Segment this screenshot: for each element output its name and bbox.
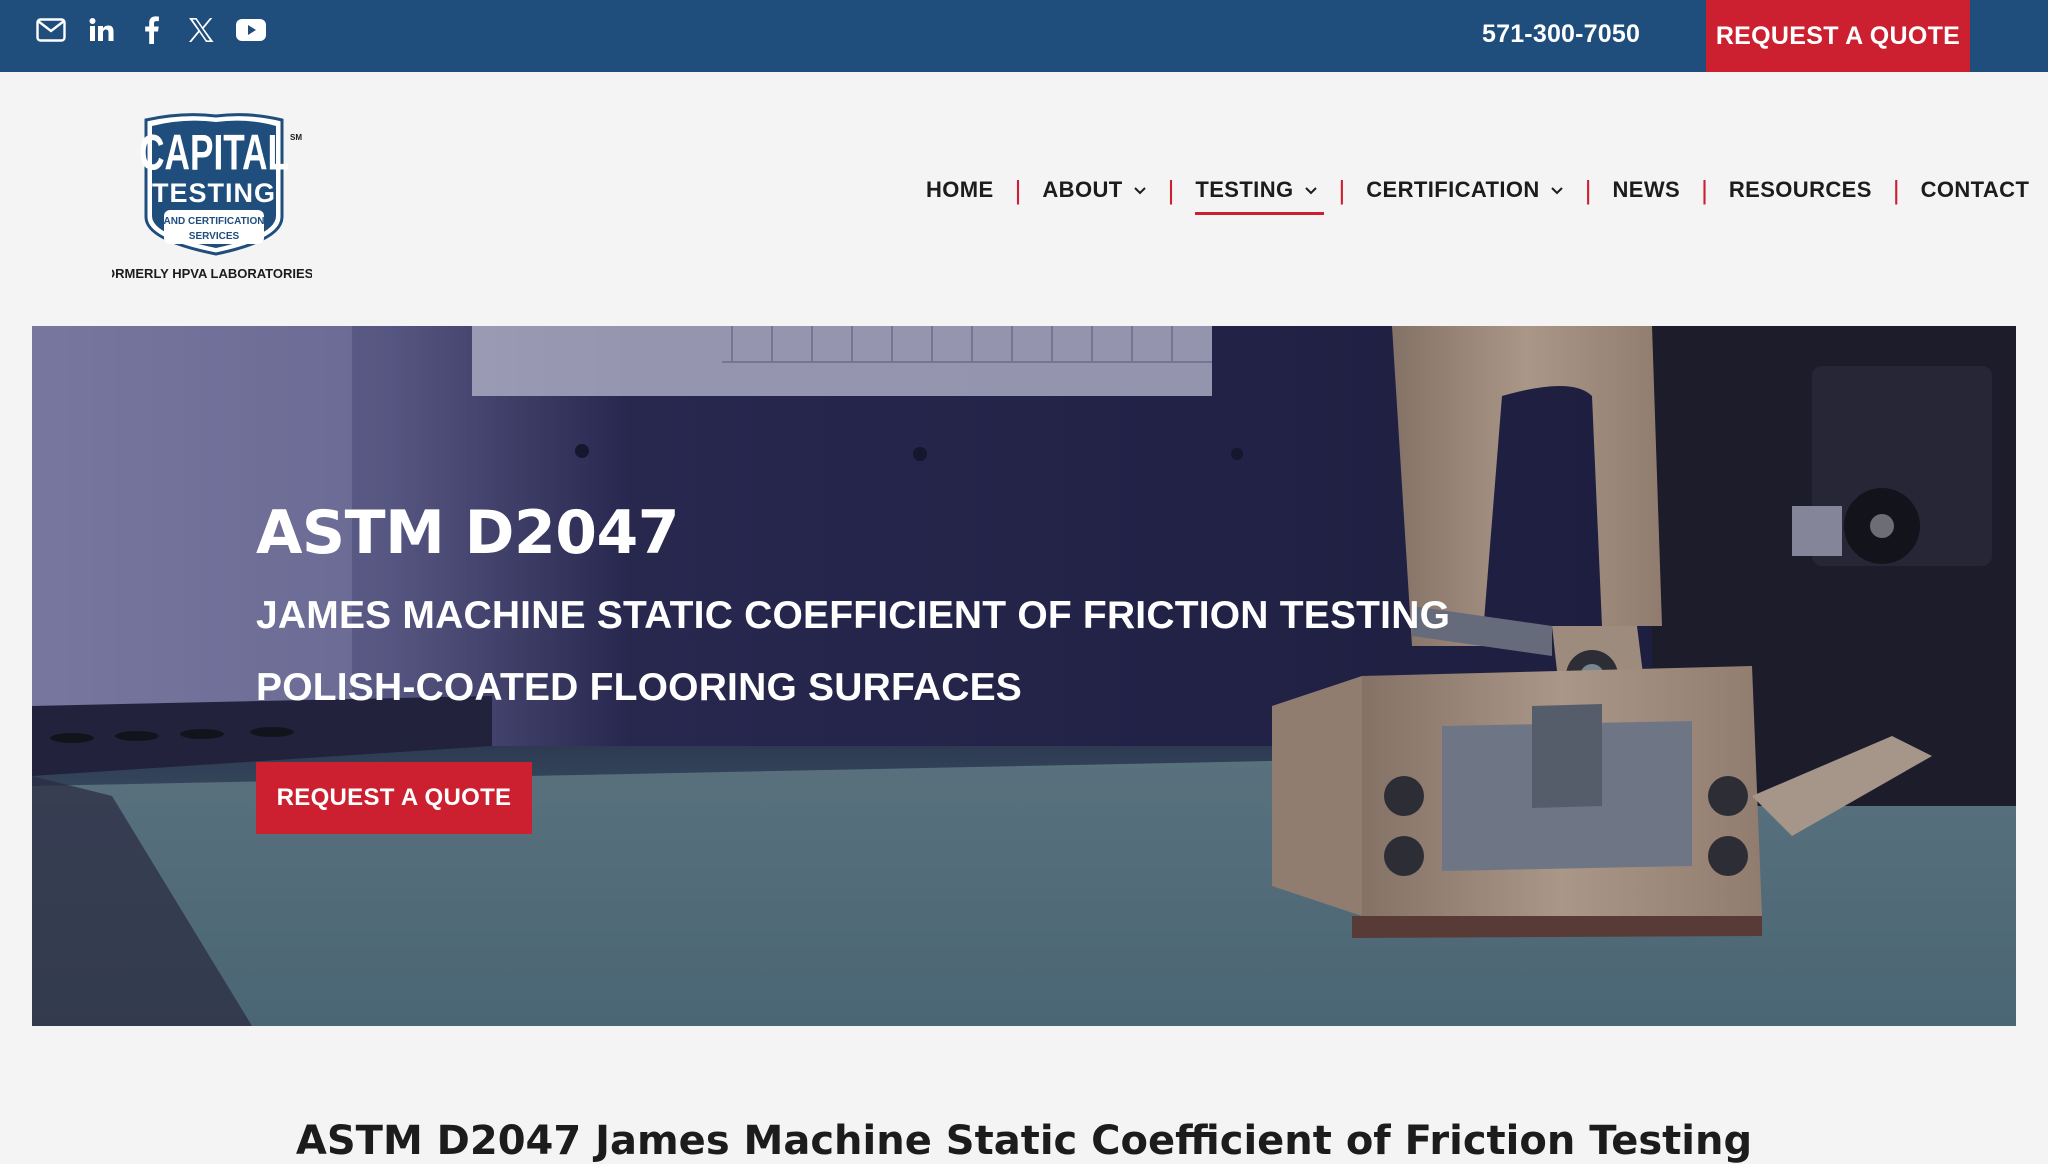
top-bar: 571-300-7050 REQUEST A QUOTE bbox=[0, 0, 2048, 72]
nav-testing[interactable]: TESTING bbox=[1189, 177, 1324, 215]
chevron-down-icon bbox=[1133, 187, 1146, 195]
nav-resources-label: RESOURCES bbox=[1728, 177, 1872, 202]
section-title: ASTM D2047 James Machine Static Coeffici… bbox=[295, 1118, 1753, 1164]
hero-banner: ASTM D2047 JAMES MACHINE STATIC COEFFICI… bbox=[32, 326, 2016, 1026]
svg-text:SERVICES: SERVICES bbox=[189, 231, 240, 242]
nav-contact-label: CONTACT bbox=[1920, 177, 2030, 202]
social-links bbox=[36, 14, 266, 46]
hero-request-quote-button[interactable]: REQUEST A QUOTE bbox=[256, 762, 532, 834]
x-twitter-icon[interactable] bbox=[186, 15, 216, 45]
hero-subtitle-line1: JAMES MACHINE STATIC COEFFICIENT OF FRIC… bbox=[256, 594, 1451, 637]
youtube-icon[interactable] bbox=[236, 15, 266, 45]
logo[interactable]: CAPITAL TESTING AND CERTIFICATION SERVIC… bbox=[112, 112, 312, 287]
nav-about[interactable]: ABOUT bbox=[1036, 177, 1152, 203]
nav-certification-label: CERTIFICATION bbox=[1366, 177, 1540, 202]
nav-home-label: HOME bbox=[926, 177, 994, 202]
email-icon[interactable] bbox=[36, 15, 66, 45]
nav-testing-label: TESTING bbox=[1195, 177, 1294, 202]
nav-news-label: NEWS bbox=[1612, 177, 1681, 202]
hero-title: ASTM D2047 bbox=[256, 498, 679, 568]
nav-separator: | bbox=[1892, 174, 1900, 205]
nav-separator: | bbox=[1167, 174, 1175, 205]
nav-separator: | bbox=[1014, 174, 1022, 205]
nav-separator: | bbox=[1701, 174, 1708, 205]
hero-subtitle-line2: POLISH-COATED FLOORING SURFACES bbox=[256, 666, 1022, 709]
facebook-icon[interactable] bbox=[136, 15, 166, 45]
nav-separator: | bbox=[1584, 174, 1592, 205]
nav-about-label: ABOUT bbox=[1042, 177, 1123, 202]
nav-separator: | bbox=[1338, 174, 1346, 205]
svg-text:TESTING: TESTING bbox=[152, 178, 276, 208]
nav-certification[interactable]: CERTIFICATION bbox=[1360, 177, 1569, 203]
main-nav: HOME | ABOUT | TESTING | CERTIFICATION |… bbox=[920, 170, 2036, 215]
linkedin-icon[interactable] bbox=[86, 15, 116, 45]
chevron-down-icon bbox=[1304, 187, 1317, 195]
phone-number[interactable]: 571-300-7050 bbox=[1482, 20, 1640, 49]
svg-text:SM: SM bbox=[290, 133, 302, 142]
svg-text:CAPITAL: CAPITAL bbox=[139, 126, 289, 182]
svg-text:FORMERLY HPVA LABORATORIES®: FORMERLY HPVA LABORATORIES® bbox=[112, 266, 312, 281]
nav-resources[interactable]: RESOURCES bbox=[1723, 177, 1878, 203]
request-quote-button[interactable]: REQUEST A QUOTE bbox=[1706, 0, 1970, 72]
chevron-down-icon bbox=[1551, 187, 1563, 195]
nav-home[interactable]: HOME bbox=[920, 177, 1000, 203]
svg-text:AND CERTIFICATION: AND CERTIFICATION bbox=[164, 216, 265, 227]
nav-news[interactable]: NEWS bbox=[1606, 177, 1686, 203]
nav-contact[interactable]: CONTACT bbox=[1915, 177, 2036, 203]
